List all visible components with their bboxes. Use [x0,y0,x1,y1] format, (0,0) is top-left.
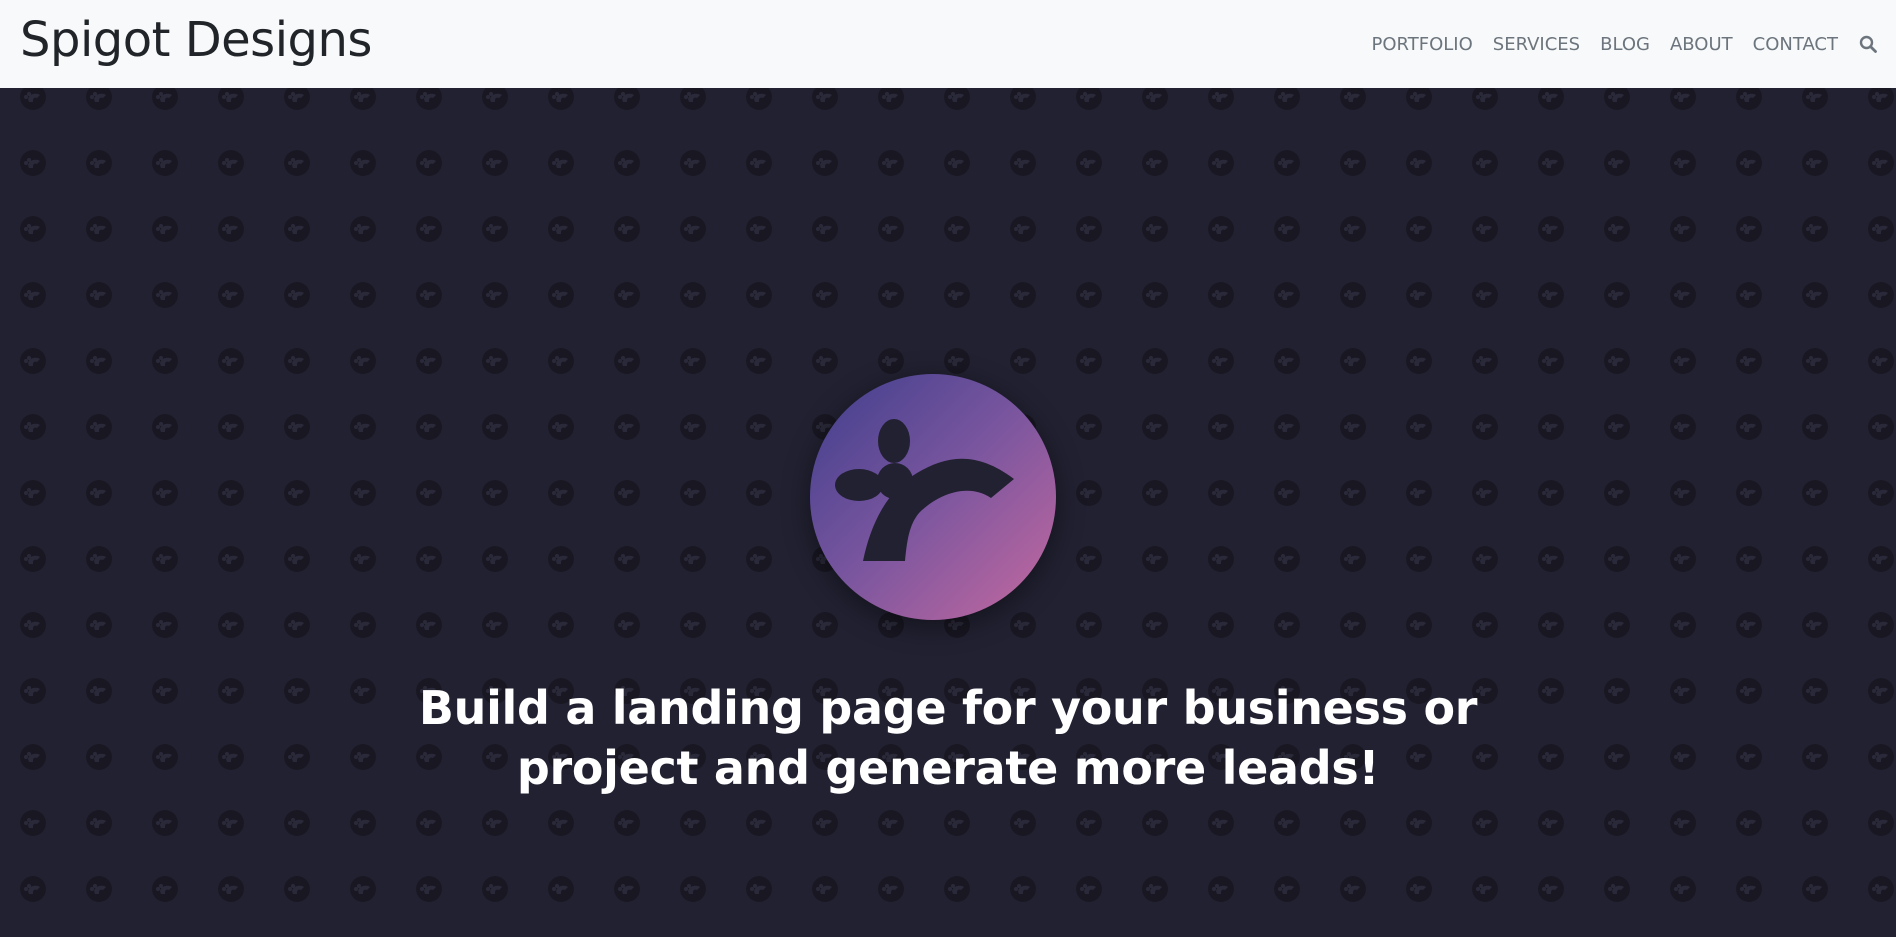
brand-link[interactable]: Spigot Designs [20,10,372,70]
hero-logo [809,373,1057,621]
nav-link-services[interactable]: SERVICES [1493,34,1580,55]
hero-headline: Build a landing page for your business o… [418,681,1478,795]
nav-link-blog[interactable]: BLOG [1600,34,1650,55]
hero-section: Build a landing page for your business o… [0,88,1896,937]
nav-link-portfolio[interactable]: PORTFOLIO [1372,34,1473,55]
nav-menu: PORTFOLIO SERVICES BLOG ABOUT CONTACT [1372,28,1878,60]
navbar: Spigot Designs PORTFOLIO SERVICES BLOG A… [0,0,1896,88]
nav-link-contact[interactable]: CONTACT [1753,34,1838,55]
search-icon[interactable] [1858,34,1878,54]
nav-link-about[interactable]: ABOUT [1670,34,1733,55]
